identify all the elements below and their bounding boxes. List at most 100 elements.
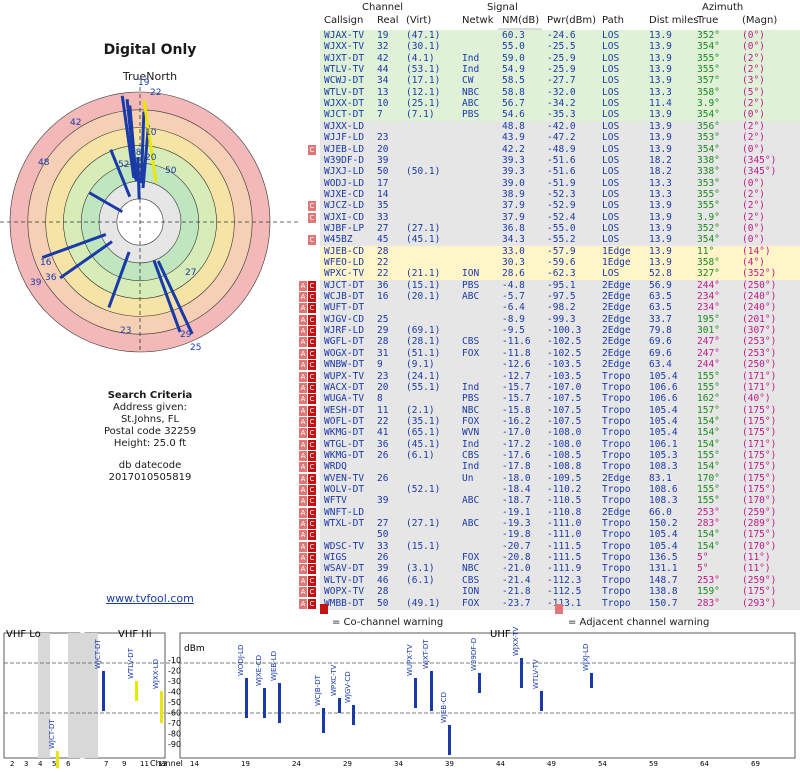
cell-virt: (24.1) xyxy=(406,370,441,382)
cell-path: LOS xyxy=(602,30,620,41)
cell-nm: 38.9 xyxy=(502,188,525,200)
cell-path: Tropo xyxy=(602,404,631,416)
cell-real: 27 xyxy=(377,222,389,234)
cell-real: 14 xyxy=(377,188,389,200)
cell-real: 39 xyxy=(377,563,389,575)
polar-plot: 1922 3852 50 48 16 3639 23 29 25 27 42 20 10 xyxy=(0,78,300,353)
cell-nm: 58.8 xyxy=(502,86,525,98)
adjacent-channel-flag: A xyxy=(299,360,307,371)
x-tick: 6 xyxy=(66,760,71,768)
site-link[interactable]: www.tvfool.com xyxy=(0,592,300,605)
bar-label: WJXT-DT xyxy=(422,639,430,669)
cell-call: WJAX-TV xyxy=(324,30,365,41)
x-tick: 11 xyxy=(140,760,149,768)
co-channel-flag: C xyxy=(308,394,316,405)
cell-virt: (27.1) xyxy=(406,518,441,530)
cell-pwr: -99.3 xyxy=(547,313,576,325)
cell-mag: (175°) xyxy=(742,415,777,427)
cell-true: 244° xyxy=(697,279,720,291)
station-label: 16 xyxy=(40,258,52,268)
cell-mag: (0°) xyxy=(742,30,765,41)
adjacent-channel-flag: A xyxy=(299,575,307,586)
cell-dist: 13.9 xyxy=(649,143,672,155)
cell-true: 354° xyxy=(697,109,720,121)
cell-call: WOFL-DT xyxy=(324,415,365,427)
cell-nm: -11.8 xyxy=(502,347,531,359)
co-channel-flag: C xyxy=(308,473,316,484)
cell-path: LOS xyxy=(602,222,620,234)
cell-true: 357° xyxy=(697,75,720,87)
cell-net: Ind xyxy=(462,381,480,393)
cell-nm: 30.3 xyxy=(502,257,525,268)
cell-path: LOS xyxy=(602,64,620,76)
cell-pwr: -25.5 xyxy=(547,41,576,53)
co-channel-flag: C xyxy=(308,450,316,461)
cell-call: WMBB-DT xyxy=(324,597,365,609)
cell-true: 154° xyxy=(697,529,720,541)
cell-call: WNBW-DT xyxy=(324,359,365,371)
cell-real: 20 xyxy=(377,381,389,393)
cell-real: 16 xyxy=(377,291,389,303)
cell-pwr: -108.5 xyxy=(547,449,582,461)
station-label: 10 xyxy=(145,128,157,138)
x-tick: 3 xyxy=(24,760,28,768)
cell-call: W39DF-D xyxy=(324,154,365,166)
cell-nm: 48.8 xyxy=(502,120,525,132)
bar-label: WJXE-CD xyxy=(255,655,263,686)
cell-mag: (11°) xyxy=(742,563,771,575)
cell-dist: 13.9 xyxy=(649,64,672,76)
cell-call: WUGA-TV xyxy=(324,393,365,405)
cell-call: WCJB-DT xyxy=(324,291,365,303)
cell-mag: (259°) xyxy=(742,506,777,518)
cell-real: 50 xyxy=(377,597,389,609)
cell-true: 354° xyxy=(697,41,720,53)
adjacent-channel-flag: A xyxy=(299,553,307,564)
cell-nm: -4.8 xyxy=(502,279,525,291)
cell-path: Tropo xyxy=(602,438,631,450)
adjacent-channel-flag: A xyxy=(299,485,307,495)
adjacent-channel-flag: A xyxy=(299,541,307,552)
x-tick: 39 xyxy=(445,760,454,768)
cell-true: 162° xyxy=(697,393,720,405)
cell-true: 155° xyxy=(697,370,720,382)
co-channel-flag: C xyxy=(308,314,316,325)
cell-dist: 79.8 xyxy=(649,325,672,337)
cell-path: 2Edge xyxy=(602,291,631,303)
cell-mag: (171°) xyxy=(742,381,777,393)
cell-dist: 108.3 xyxy=(649,461,678,473)
cell-mag: (0°) xyxy=(742,143,765,155)
cell-nm: 43.9 xyxy=(502,132,525,144)
cell-pwr: -102.5 xyxy=(547,336,582,348)
signal-bar xyxy=(430,671,433,711)
cell-nm: 37.9 xyxy=(502,200,525,212)
cell-mag: (2°) xyxy=(742,120,765,132)
cell-call: WSAV-DT xyxy=(324,563,365,575)
x-tick: 19 xyxy=(241,760,250,768)
cell-pwr: -51.9 xyxy=(547,177,576,189)
cell-path: Tropo xyxy=(602,484,631,495)
cell-dist: 13.9 xyxy=(649,41,672,53)
cell-pwr: -108.0 xyxy=(547,438,582,450)
cell-dist: 11.4 xyxy=(649,98,672,110)
cell-dist: 63.4 xyxy=(649,359,672,371)
cell-true: 327° xyxy=(697,268,720,280)
cell-mag: (175°) xyxy=(742,461,777,473)
y-tick: -40 xyxy=(168,688,181,697)
bar-label: WJCT-DT xyxy=(48,719,56,749)
cell-pwr: -55.2 xyxy=(547,234,576,246)
station-table: Channel Signal Azimuth Callsign Real (Virt) Ne… xyxy=(299,0,800,614)
cell-virt: (21.1) xyxy=(406,268,441,280)
cell-true: 154° xyxy=(697,415,720,427)
cell-pwr: -111.9 xyxy=(547,563,582,575)
cell-nm: 39.0 xyxy=(502,177,525,189)
adjacent-channel-flag: A xyxy=(299,416,307,427)
cell-dist: 69.6 xyxy=(649,336,672,348)
cell-call: WJJF-LD xyxy=(324,132,365,144)
cell-path: Tropo xyxy=(602,552,631,564)
cell-nm: -21.8 xyxy=(502,586,531,598)
cell-nm: 54.6 xyxy=(502,109,525,121)
cell-call: WIGS xyxy=(324,552,347,564)
adjacent-channel-flag: A xyxy=(299,530,307,541)
cell-real: 39 xyxy=(377,154,389,166)
adjacent-channel-flag: A xyxy=(299,428,307,439)
